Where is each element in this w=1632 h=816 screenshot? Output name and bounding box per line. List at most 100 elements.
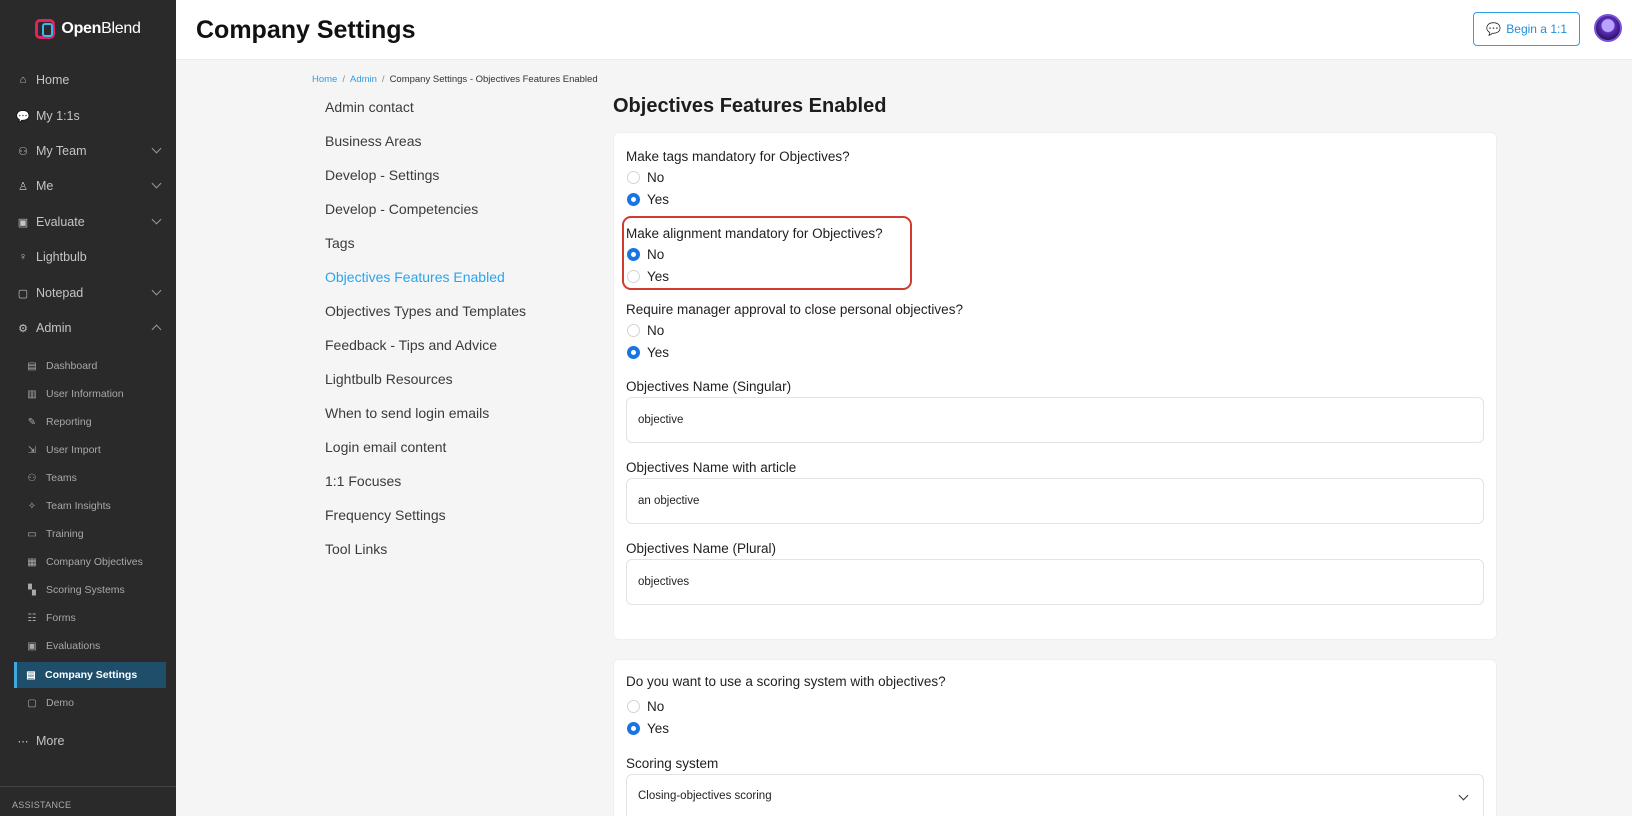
radio-button[interactable] [627, 270, 640, 283]
begin-button-label: Begin a 1:1 [1506, 22, 1567, 36]
radio-label: No [647, 247, 665, 262]
sidebar-subitem-dashboard[interactable]: ▤ Dashboard [0, 353, 176, 379]
more-icon: ⋯ [17, 735, 29, 748]
sidebar-item-me[interactable]: ♙ Me [0, 171, 176, 201]
assistance-label: ASSISTANCE [12, 800, 72, 810]
scoring-system-select[interactable]: Closing-objectives scoring [626, 774, 1484, 816]
name-plural-label: Objectives Name (Plural) [626, 541, 777, 556]
sidebar-subitem-demo[interactable]: ▢ Demo [0, 690, 176, 716]
settings-menu-objectives-types-templates[interactable]: Objectives Types and Templates [325, 303, 526, 319]
sidebar-subitem-scoring-systems[interactable]: ▚ Scoring Systems [0, 577, 176, 603]
tags-mandatory-yes-radio[interactable]: Yes [627, 192, 669, 207]
sidebar-item-evaluate[interactable]: ▣ Evaluate [0, 207, 176, 237]
settings-menu-develop-settings[interactable]: Develop - Settings [325, 167, 439, 183]
avatar[interactable] [1594, 14, 1622, 42]
sidebar-subitem-label: Forms [46, 612, 76, 624]
demo-icon: ▢ [27, 697, 37, 709]
chat-bubbles-icon: 💬 [1486, 22, 1502, 36]
sidebar-item-home[interactable]: ⌂ Home [0, 65, 176, 95]
sidebar: OpenBlend ⌂ Home 💬 My 1:1s ⚇ My Team ♙ Me ▣ E… [0, 0, 176, 816]
begin-one-on-one-button[interactable]: 💬 Begin a 1:1 [1473, 12, 1580, 46]
alignment-mandatory-yes-radio[interactable]: Yes [627, 269, 669, 284]
sidebar-subitem-label: User Import [46, 444, 101, 456]
settings-menu-tool-links[interactable]: Tool Links [325, 541, 387, 557]
home-icon: ⌂ [19, 74, 27, 86]
settings-menu-lightbulb-resources[interactable]: Lightbulb Resources [325, 371, 453, 387]
evaluate-icon: ▣ [17, 216, 29, 229]
tags-mandatory-no-radio[interactable]: No [627, 170, 664, 185]
alignment-mandatory-no-radio[interactable]: No [627, 247, 664, 262]
settings-menu-login-emails-timing[interactable]: When to send login emails [325, 405, 489, 421]
radio-label: No [647, 323, 665, 338]
name-article-input[interactable]: an objective [626, 478, 1484, 524]
sidebar-item-lightbulb[interactable]: ♀ Lightbulb [0, 242, 176, 272]
sidebar-item-notepad[interactable]: ▢ Notepad [0, 278, 176, 308]
radio-button[interactable] [627, 324, 640, 337]
sidebar-subitem-company-settings[interactable]: ▤ Company Settings [14, 662, 166, 688]
settings-menu-objectives-features-enabled[interactable]: Objectives Features Enabled [325, 269, 505, 285]
settings-menu-one-on-one-focuses[interactable]: 1:1 Focuses [325, 473, 401, 489]
radio-button-selected[interactable] [627, 722, 640, 735]
sidebar-subitem-teams[interactable]: ⚇ Teams [0, 465, 176, 491]
name-singular-input[interactable]: objective [626, 397, 1484, 443]
sidebar-subitem-label: Demo [46, 697, 75, 709]
settings-menu-admin-contact[interactable]: Admin contact [325, 99, 414, 115]
sidebar-subitem-label: Training [46, 528, 84, 540]
settings-menu-login-email-content[interactable]: Login email content [325, 439, 446, 455]
manager-approval-no-radio[interactable]: No [627, 323, 664, 338]
breadcrumb-admin-link[interactable]: Admin [350, 74, 377, 85]
radio-label: Yes [647, 269, 670, 284]
settings-menu-business-areas[interactable]: Business Areas [325, 133, 422, 149]
chevron-down-icon [151, 285, 162, 296]
logo-text-bold: Open [61, 20, 102, 37]
settings-menu-frequency-settings[interactable]: Frequency Settings [325, 507, 446, 523]
gear-icon: ⚙ [18, 322, 28, 335]
sidebar-subitem-user-information[interactable]: ▥ User Information [0, 381, 176, 407]
scoring-system-label: Scoring system [626, 756, 719, 771]
sidebar-item-admin[interactable]: ⚙ Admin [0, 313, 176, 343]
sidebar-subitem-company-objectives[interactable]: ▦ Company Objectives [0, 549, 176, 575]
evaluations-icon: ▣ [27, 640, 37, 652]
chevron-down-icon [151, 214, 162, 225]
sidebar-subitem-forms[interactable]: ☷ Forms [0, 605, 176, 631]
radio-button[interactable] [627, 171, 640, 184]
scoring-system-yes-radio[interactable]: Yes [627, 721, 669, 736]
scoring-system-no-radio[interactable]: No [627, 699, 664, 714]
sidebar-item-my-1-1s[interactable]: 💬 My 1:1s [0, 101, 176, 131]
notepad-icon: ▢ [17, 287, 29, 300]
chevron-down-icon [151, 143, 162, 154]
sidebar-item-label: Me [36, 179, 54, 193]
settings-menu-tags[interactable]: Tags [325, 235, 355, 251]
sidebar-subitem-team-insights[interactable]: ✧ Team Insights [0, 493, 176, 519]
radio-button-selected[interactable] [627, 193, 640, 206]
sidebar-subitem-training[interactable]: ▭ Training [0, 521, 176, 547]
objectives-icon: ▦ [27, 556, 37, 568]
sidebar-item-label: Admin [36, 321, 72, 335]
sidebar-subitem-user-import[interactable]: ⇲ User Import [0, 437, 176, 463]
sidebar-subitem-label: Evaluations [46, 640, 101, 652]
chevron-up-icon [151, 324, 162, 335]
radio-button[interactable] [627, 700, 640, 713]
sidebar-subitem-label: Reporting [46, 416, 92, 428]
user-import-icon: ⇲ [27, 444, 37, 456]
person-icon: ♙ [18, 180, 28, 193]
chat-icon: 💬 [16, 110, 30, 123]
sidebar-item-my-team[interactable]: ⚇ My Team [0, 136, 176, 166]
tags-mandatory-question: Make tags mandatory for Objectives? [626, 149, 850, 164]
settings-menu-develop-competencies[interactable]: Develop - Competencies [325, 201, 478, 217]
sidebar-subitem-evaluations[interactable]: ▣ Evaluations [0, 633, 176, 659]
radio-button-selected[interactable] [627, 248, 640, 261]
scoring-system-value: Closing-objectives scoring [638, 789, 772, 802]
logo[interactable]: OpenBlend [0, 0, 176, 58]
manager-approval-yes-radio[interactable]: Yes [627, 345, 669, 360]
page-title: Company Settings [196, 16, 416, 44]
settings-menu-feedback-tips[interactable]: Feedback - Tips and Advice [325, 337, 497, 353]
insights-icon: ✧ [27, 500, 37, 512]
sidebar-item-more[interactable]: ⋯ More [0, 726, 176, 756]
sidebar-subitem-label: Teams [46, 472, 77, 484]
sidebar-subitem-reporting[interactable]: ✎ Reporting [0, 409, 176, 435]
name-plural-input[interactable]: objectives [626, 559, 1484, 605]
radio-button-selected[interactable] [627, 346, 640, 359]
openblend-logo-icon [35, 19, 56, 39]
breadcrumb-home-link[interactable]: Home [312, 74, 337, 85]
